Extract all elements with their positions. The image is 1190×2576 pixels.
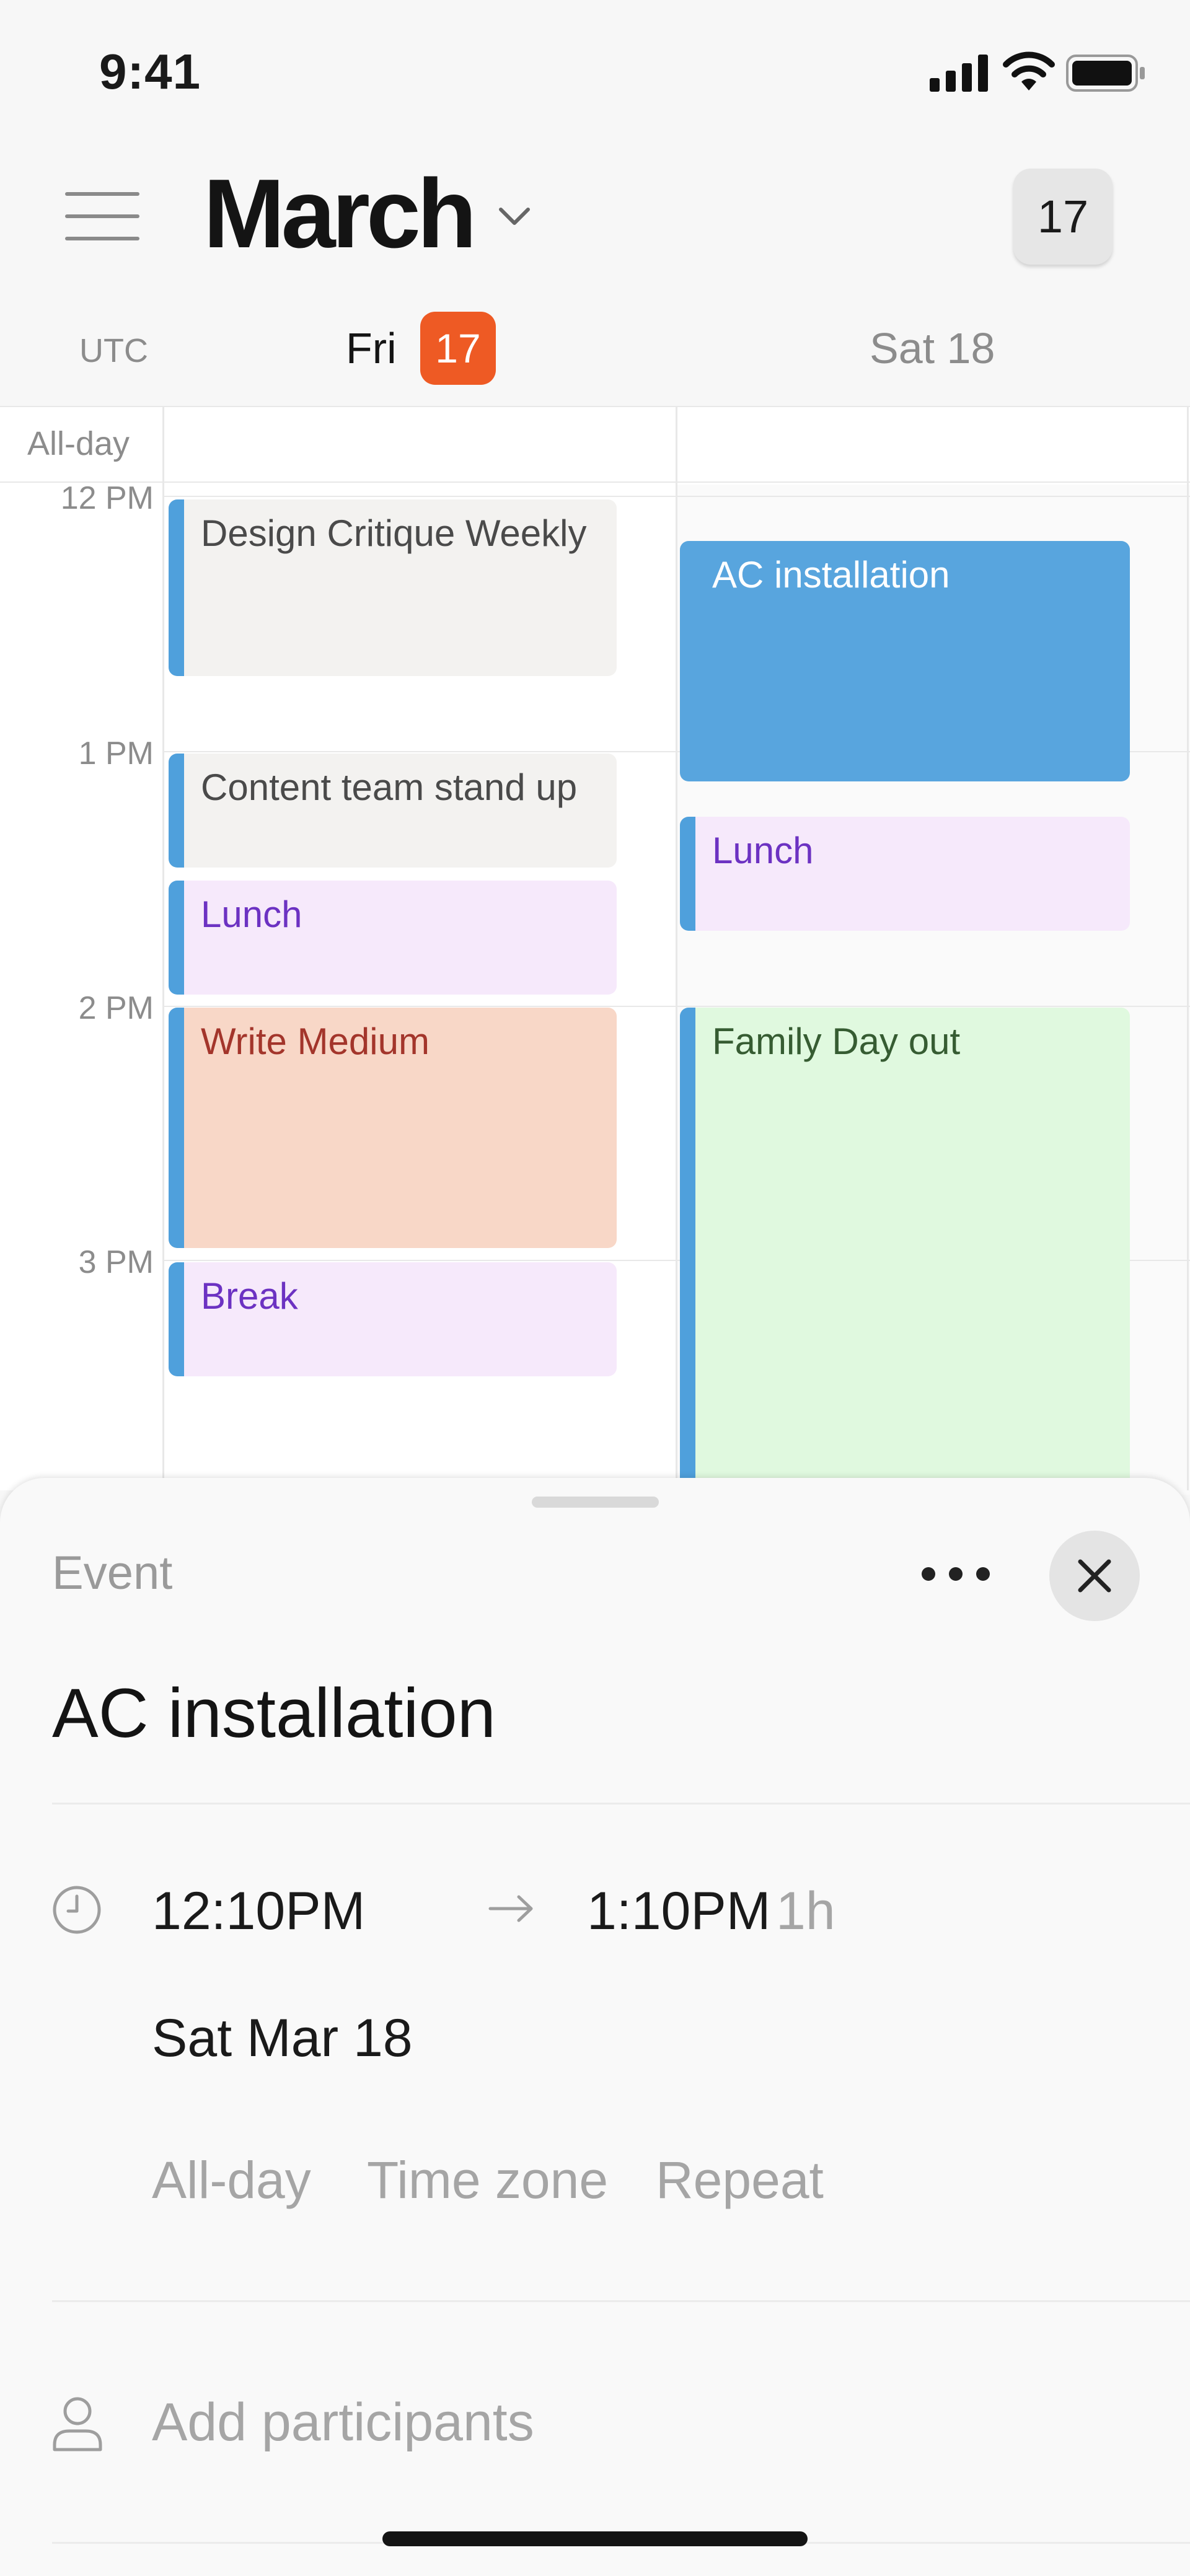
event-title: Break: [201, 1275, 298, 1317]
hour-line: [164, 1006, 1190, 1007]
divider: [52, 1803, 1190, 1805]
event-title: Family Day out: [712, 1021, 961, 1062]
add-participants-field[interactable]: Add participants: [152, 2392, 534, 2453]
day-header-fri[interactable]: Fri: [346, 323, 397, 373]
chevron-down-icon[interactable]: [496, 204, 533, 229]
hamburger-menu-icon[interactable]: [65, 192, 139, 240]
column-divider: [676, 406, 677, 1490]
duration-label: 1h: [776, 1881, 835, 1941]
divider: [0, 406, 1190, 407]
column-divider: [1187, 406, 1189, 1490]
event-lunch-fri[interactable]: Lunch: [169, 881, 617, 995]
timezone-label[interactable]: UTC: [79, 332, 148, 370]
close-icon: [1078, 1559, 1111, 1593]
event-title: Lunch: [712, 830, 814, 871]
month-title[interactable]: March: [203, 158, 477, 270]
clock-icon: [53, 1886, 101, 1934]
allday-cell-sat[interactable]: [677, 408, 1187, 481]
time-label-12pm: 12 PM: [60, 480, 154, 516]
time-label-2pm: 2 PM: [78, 990, 154, 1026]
divider: [0, 481, 1190, 483]
more-options-icon[interactable]: [922, 1546, 990, 1602]
hour-line: [164, 496, 1190, 497]
event-color-bar: [169, 1262, 184, 1376]
event-title: AC installation: [712, 554, 950, 596]
repeat-option[interactable]: Repeat: [656, 2150, 824, 2210]
close-button[interactable]: [1049, 1531, 1140, 1621]
timezone-option[interactable]: Time zone: [367, 2150, 608, 2210]
event-content-standup[interactable]: Content team stand up: [169, 754, 617, 868]
sheet-drag-handle[interactable]: [532, 1497, 659, 1508]
battery-icon: [1066, 55, 1145, 92]
allday-label: All-day: [27, 425, 130, 462]
end-time-field[interactable]: 1:10PM: [587, 1881, 770, 1942]
event-title: Content team stand up: [201, 767, 578, 808]
today-date-badge[interactable]: 17: [420, 312, 496, 385]
person-icon: [53, 2397, 102, 2451]
allday-cell-fri[interactable]: [164, 408, 676, 481]
event-family-day-out[interactable]: Family Day out: [680, 1008, 1130, 1497]
event-lunch-sat[interactable]: Lunch: [680, 817, 1130, 931]
allday-option[interactable]: All-day: [152, 2150, 311, 2210]
home-indicator[interactable]: [382, 2531, 808, 2546]
event-color-bar: [680, 1008, 695, 1497]
day-header-sat[interactable]: Sat 18: [870, 323, 995, 373]
cellular-signal-icon: [930, 55, 988, 92]
event-color-bar: [680, 817, 695, 931]
event-color-bar: [169, 754, 184, 868]
event-design-critique[interactable]: Design Critique Weekly: [169, 499, 617, 676]
event-color-bar: [169, 881, 184, 995]
event-date-field[interactable]: Sat Mar 18: [152, 2008, 413, 2069]
column-divider: [162, 406, 164, 1490]
event-title: Write Medium: [201, 1021, 430, 1062]
event-write-medium[interactable]: Write Medium: [169, 1008, 617, 1248]
event-ac-installation[interactable]: AC installation: [680, 541, 1130, 781]
sheet-label: Event: [52, 1547, 173, 1599]
time-label-3pm: 3 PM: [78, 1244, 154, 1280]
event-detail-title[interactable]: AC installation: [52, 1673, 496, 1753]
today-button[interactable]: 17: [1013, 169, 1113, 265]
event-title: Lunch: [201, 894, 302, 935]
arrow-right-icon: [488, 1895, 533, 1922]
status-time: 9:41: [99, 44, 201, 99]
time-label-1pm: 1 PM: [78, 736, 154, 771]
event-color-bar: [169, 1008, 184, 1248]
wifi-icon: [1003, 51, 1055, 90]
event-title: Design Critique Weekly: [201, 512, 587, 554]
divider: [52, 2300, 1190, 2302]
start-time-field[interactable]: 12:10PM: [152, 1881, 365, 1942]
event-color-bar: [169, 499, 184, 676]
event-break[interactable]: Break: [169, 1262, 617, 1376]
